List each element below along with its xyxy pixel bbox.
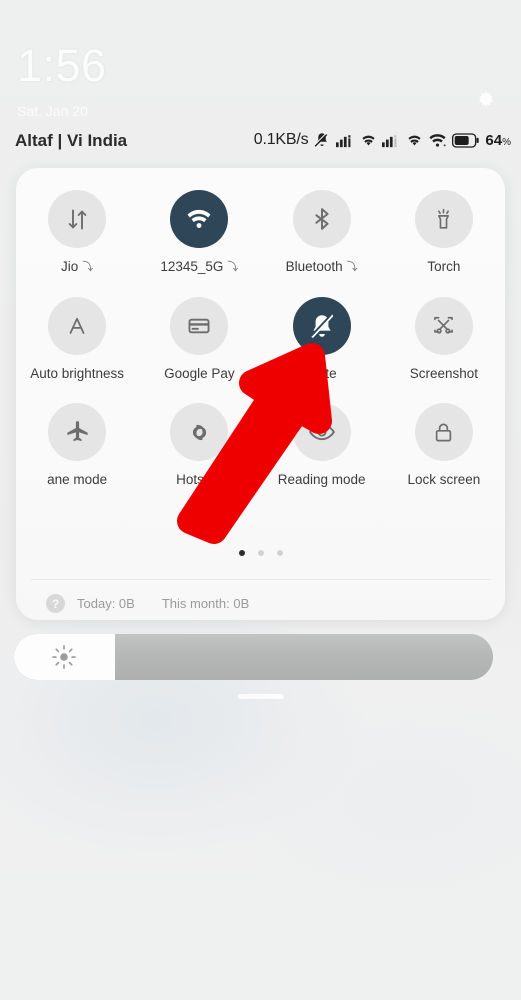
signal-bars-icon bbox=[336, 135, 351, 148]
quick-tile-label: Mute bbox=[307, 366, 337, 381]
gear-icon[interactable] bbox=[474, 88, 498, 112]
eye-icon[interactable] bbox=[292, 403, 351, 461]
quick-tile-hotspot[interactable]: Hotspot bbox=[138, 403, 260, 487]
quick-tile-lock-screen[interactable]: Lock screen bbox=[383, 403, 505, 487]
battery-icon bbox=[452, 132, 480, 148]
quick-tile-label-text: Screenshot bbox=[409, 366, 479, 381]
mute-bell-icon bbox=[313, 133, 328, 147]
status-bar: 0.1KB/s 64% bbox=[254, 128, 511, 152]
padlock-icon[interactable] bbox=[414, 403, 473, 461]
quick-tile-label-text: Mute bbox=[306, 366, 337, 381]
lockscreen-header: 1:56 Sat, Jan 20 Altaf | Vi India 0.1KB/… bbox=[0, 0, 521, 168]
page-dot[interactable] bbox=[238, 550, 245, 556]
auto-brightness-icon[interactable] bbox=[48, 297, 107, 355]
quick-tile-label: Auto brightness bbox=[30, 366, 124, 381]
quick-tile-google-pay[interactable]: Google Pay bbox=[138, 297, 260, 381]
quick-tile-label: Google Pay bbox=[164, 366, 235, 381]
quick-tile-label-text: Lock screen bbox=[407, 472, 481, 487]
quick-tile-label: Jio ⤵ bbox=[61, 259, 93, 275]
quick-tile-bluetooth[interactable]: Bluetooth ⤵ bbox=[261, 190, 383, 275]
data-transfer-icon[interactable] bbox=[48, 190, 107, 248]
signal-bars-icon bbox=[382, 135, 397, 148]
page-dot[interactable] bbox=[257, 550, 264, 556]
quick-tile-label: Bluetooth ⤵ bbox=[286, 259, 358, 275]
quick-tile-label-text: Hotspot bbox=[176, 472, 223, 487]
flashlight-icon[interactable] bbox=[414, 190, 473, 248]
battery-percent-label: 64% bbox=[485, 131, 511, 149]
lockscreen-date: Sat, Jan 20 bbox=[17, 103, 88, 119]
quick-tile-screenshot[interactable]: Screenshot bbox=[383, 297, 505, 381]
control-center-panel: Jio ⤵ 12345_5G ⤵ Bluetooth ⤵ Torch Auto brightn… bbox=[16, 168, 505, 620]
data-usage-row[interactable]: ? Today: 0B This month: 0B bbox=[46, 594, 249, 613]
page-dot[interactable] bbox=[276, 550, 283, 556]
quick-settings-grid: Jio ⤵ 12345_5G ⤵ Bluetooth ⤵ Torch Auto brightn… bbox=[16, 190, 505, 487]
network-speed-label: 0.1KB/s bbox=[253, 131, 309, 148]
data-usage-today: Today: 0B bbox=[77, 596, 135, 611]
data-3g-icon bbox=[408, 135, 421, 146]
quick-tile-reading-mode[interactable]: Reading mode bbox=[261, 403, 383, 487]
quick-tile-12345-5g[interactable]: 12345_5G ⤵ bbox=[138, 190, 260, 275]
quick-tile-jio[interactable]: Jio ⤵ bbox=[16, 190, 138, 275]
quick-tile-ane-mode[interactable]: ane mode bbox=[16, 403, 138, 487]
card-icon[interactable] bbox=[170, 297, 229, 355]
divider bbox=[30, 579, 491, 580]
sun-icon bbox=[52, 645, 77, 669]
screenshot-scissors-icon[interactable] bbox=[414, 297, 473, 355]
wifi-icon bbox=[429, 134, 447, 147]
quick-tile-label-text: ane mode bbox=[47, 472, 108, 487]
quick-tile-label-text: 12345_5G bbox=[160, 259, 224, 274]
quick-tile-torch[interactable]: Torch bbox=[383, 190, 505, 275]
panel-drag-handle[interactable] bbox=[238, 694, 284, 699]
quick-tile-label-text: Google Pay bbox=[164, 366, 235, 381]
quick-tile-label: Hotspot bbox=[176, 472, 223, 487]
quick-tile-auto-brightness[interactable]: Auto brightness bbox=[16, 297, 138, 381]
expand-arrow-icon[interactable]: ⤵ bbox=[347, 258, 358, 274]
question-mark-icon[interactable]: ? bbox=[46, 594, 65, 613]
quick-tile-mute[interactable]: Mute bbox=[261, 297, 383, 381]
carrier-label: Altaf | Vi India bbox=[15, 131, 128, 150]
expand-arrow-icon[interactable]: ⤵ bbox=[82, 258, 93, 274]
quick-tile-label-text: Jio bbox=[60, 259, 79, 274]
airplane-icon[interactable] bbox=[48, 403, 107, 461]
expand-arrow-icon[interactable]: ⤵ bbox=[227, 258, 238, 274]
quick-tile-label: ane mode bbox=[47, 472, 107, 487]
quick-tile-label-text: Torch bbox=[427, 259, 461, 274]
bluetooth-icon[interactable] bbox=[292, 190, 351, 248]
brightness-slider-fill bbox=[14, 634, 115, 680]
quick-tile-label: Lock screen bbox=[407, 472, 480, 487]
brightness-slider[interactable] bbox=[14, 634, 493, 680]
wifi-icon[interactable] bbox=[170, 190, 229, 248]
quick-tile-label-text: Auto brightness bbox=[30, 366, 125, 381]
quick-tile-label-text: Reading mode bbox=[277, 472, 366, 487]
quick-tile-label: Torch bbox=[427, 259, 460, 274]
page-indicator bbox=[16, 550, 505, 556]
data-3g-icon bbox=[362, 135, 375, 146]
data-usage-month: This month: 0B bbox=[161, 596, 250, 611]
quick-tile-label: 12345_5G ⤵ bbox=[160, 259, 238, 275]
hotspot-icon[interactable] bbox=[170, 403, 229, 461]
quick-tile-label: Screenshot bbox=[410, 366, 478, 381]
lockscreen-clock: 1:56 bbox=[17, 40, 107, 91]
mute-bell-icon[interactable] bbox=[292, 297, 351, 355]
quick-tile-label-text: Bluetooth bbox=[285, 259, 343, 274]
quick-tile-label: Reading mode bbox=[278, 472, 366, 487]
